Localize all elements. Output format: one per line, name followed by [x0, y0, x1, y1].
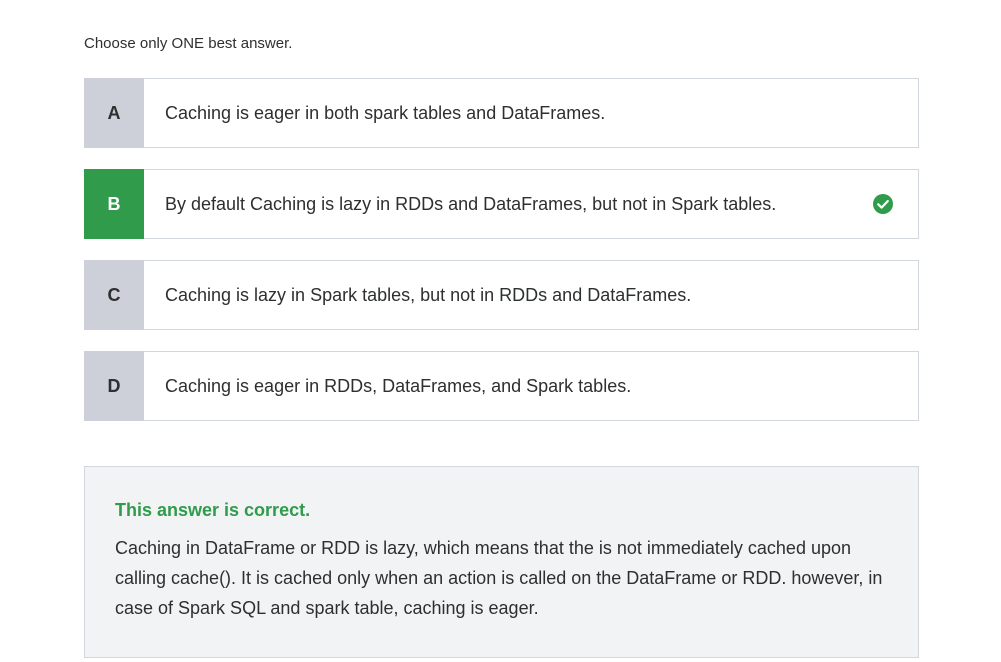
option-letter: D — [84, 351, 144, 421]
instruction-text: Choose only ONE best answer. — [84, 35, 293, 52]
check-circle-icon — [872, 170, 894, 238]
option-text: Caching is eager in RDDs, DataFrames, an… — [165, 375, 632, 396]
option-d[interactable]: D Caching is eager in RDDs, DataFrames, … — [84, 351, 919, 421]
option-text: By default Caching is lazy in RDDs and D… — [165, 193, 777, 214]
option-b[interactable]: B By default Caching is lazy in RDDs and… — [84, 169, 919, 239]
feedback-explanation: Caching in DataFrame or RDD is lazy, whi… — [115, 538, 883, 618]
option-letter: A — [84, 78, 144, 148]
option-a[interactable]: A Caching is eager in both spark tables … — [84, 78, 919, 148]
feedback-title: This answer is correct. — [115, 500, 311, 520]
answer-feedback-panel: This answer is correct. Caching in DataF… — [84, 466, 919, 658]
option-letter: C — [84, 260, 144, 330]
answer-options: A Caching is eager in both spark tables … — [84, 78, 919, 442]
option-letter: B — [84, 169, 144, 239]
option-c[interactable]: C Caching is lazy in Spark tables, but n… — [84, 260, 919, 330]
option-text: Caching is lazy in Spark tables, but not… — [165, 284, 692, 305]
option-text: Caching is eager in both spark tables an… — [165, 102, 606, 123]
